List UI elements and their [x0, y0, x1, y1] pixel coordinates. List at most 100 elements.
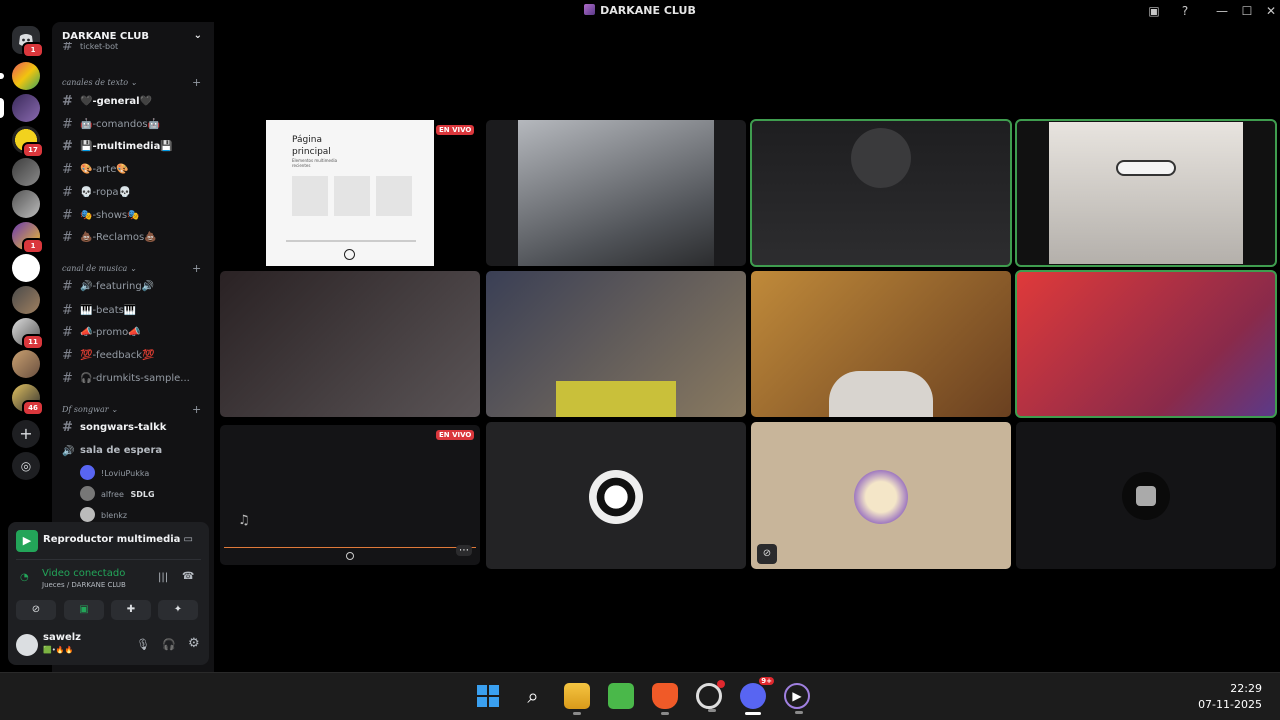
hash-icon: #	[62, 303, 73, 318]
minimize-button[interactable]: —	[1213, 2, 1231, 20]
screen-share-button[interactable]: ▣	[64, 600, 104, 620]
obs-icon[interactable]	[696, 680, 725, 712]
category-text-channels[interactable]: canales de texto ⌄ +	[62, 76, 201, 89]
channel-item-partial[interactable]: # ticket-bot	[62, 42, 202, 56]
camera-off-button[interactable]: ⊘	[16, 600, 56, 620]
video-tile-stream[interactable]: Página principal Elementos multimedia re…	[220, 120, 480, 266]
server-icon[interactable]	[12, 190, 40, 218]
server-icon[interactable]	[0, 62, 40, 90]
windows-start-icon[interactable]	[475, 683, 501, 709]
server-icon[interactable]	[12, 254, 40, 282]
voice-channel-sala[interactable]: 🔊 sala de espera	[62, 441, 202, 461]
video-tile-speaking[interactable]	[750, 119, 1012, 267]
voice-user[interactable]: !LoviuPukka	[80, 465, 149, 483]
connection-status[interactable]: Video conectado	[42, 568, 125, 579]
connection-location[interactable]: Jueces / DARKANE CLUB	[42, 581, 126, 589]
channel-item-feedback[interactable]: # 💯-feedback💯	[62, 346, 202, 366]
clock-date: 07-11-2025	[1198, 698, 1262, 711]
media-player-activity[interactable]: ▶ Reproductor multimedia ▭	[16, 530, 201, 552]
activity-icon[interactable]: ▭	[184, 534, 193, 545]
server-icon[interactable]: 1	[12, 222, 44, 254]
discover-icon[interactable]: ◎	[12, 452, 40, 480]
channel-item-ropa[interactable]: # 💀-ropa💀	[62, 183, 202, 203]
video-tile[interactable]	[220, 271, 480, 417]
system-clock[interactable]: 22:29 07-11-2025	[1198, 681, 1262, 713]
video-tile-avatar[interactable]: ⊘	[751, 422, 1011, 569]
add-channel-icon[interactable]: +	[192, 262, 201, 275]
video-tile[interactable]	[486, 120, 746, 266]
category-music[interactable]: canal de musica ⌄ +	[62, 262, 201, 275]
maximize-button[interactable]: ☐	[1238, 2, 1256, 20]
hash-icon: #	[62, 117, 73, 132]
sunglasses	[1116, 160, 1176, 176]
activities-button[interactable]: ✚	[111, 600, 151, 620]
video-tile[interactable]	[751, 271, 1011, 417]
server-icon[interactable]: 17	[12, 126, 44, 158]
avatar	[80, 507, 95, 522]
server-icon[interactable]	[12, 158, 40, 186]
channel-item-shows[interactable]: # 🎭-shows🎭	[62, 206, 202, 226]
hash-icon: #	[62, 279, 73, 294]
noise-icon[interactable]: |||	[158, 572, 168, 583]
avatar	[80, 486, 95, 501]
shared-screen: Página principal Elementos multimedia re…	[266, 120, 434, 266]
hash-icon: #	[62, 325, 73, 340]
headphones-icon[interactable]: 🎧	[162, 638, 176, 651]
chevron-down-icon: ⌄	[193, 30, 202, 41]
minecraft-icon[interactable]	[608, 683, 634, 709]
channel-item-multimedia[interactable]: # 💾-multimedia💾	[62, 137, 202, 157]
video-tile-avatar[interactable]	[486, 422, 746, 569]
close-button[interactable]: ✕	[1262, 2, 1280, 20]
video-tile-speaking[interactable]	[1015, 119, 1277, 267]
camera-off-icon: ⊘	[757, 544, 777, 564]
screen-subtitle: Elementos multimedia recientes	[292, 158, 338, 168]
gear-icon[interactable]: ⚙	[188, 636, 200, 651]
server-icon[interactable]: 46	[12, 384, 44, 416]
add-server-icon[interactable]: +	[12, 420, 40, 448]
screen-page-title: Página principal	[292, 135, 331, 157]
soundboard-button[interactable]: ✦	[158, 600, 198, 620]
video-tile-avatar[interactable]	[1016, 422, 1276, 569]
video-tile-speaking[interactable]	[1015, 270, 1277, 418]
hash-icon: #	[62, 94, 73, 109]
video-tile-stream[interactable]: ♫ EN VIVO ⋯	[220, 425, 480, 565]
channel-item-drumkits[interactable]: # 🎧-drumkits-sample...	[62, 369, 202, 389]
discord-home-icon[interactable]: 1	[12, 26, 44, 58]
server-icon[interactable]: 11	[12, 318, 44, 350]
channel-item-comandos[interactable]: # 🤖-comandos🤖	[62, 115, 202, 135]
play-icon	[346, 552, 354, 560]
app-icon	[584, 4, 596, 15]
disconnect-icon[interactable]: ☎	[182, 571, 194, 582]
file-explorer-icon[interactable]	[564, 683, 590, 715]
channel-item-general[interactable]: # 🖤-general🖤	[62, 92, 202, 112]
inbox-icon[interactable]: ▣	[1145, 2, 1163, 20]
media-player-icon[interactable]: ▶	[784, 683, 810, 714]
search-icon[interactable]: ⌕	[520, 683, 546, 709]
live-badge: EN VIVO	[436, 430, 475, 440]
brave-icon[interactable]	[652, 683, 678, 715]
avatar[interactable]	[16, 634, 38, 656]
channel-item-beats[interactable]: # 🎹-beats🎹	[62, 301, 202, 321]
add-channel-icon[interactable]: +	[192, 403, 201, 416]
video-tile[interactable]	[486, 271, 746, 417]
discord-icon[interactable]: 9+	[740, 677, 774, 715]
avatar	[854, 470, 908, 524]
more-options-icon[interactable]: ⋯	[456, 545, 472, 556]
progress-bar	[286, 240, 416, 242]
channel-item-arte[interactable]: # 🎨-arte🎨	[62, 160, 202, 180]
add-channel-icon[interactable]: +	[192, 76, 201, 89]
microphone-icon[interactable]: 🎙	[136, 638, 150, 651]
voice-panel: ▶ Reproductor multimedia ▭ ◔ Video conec…	[8, 522, 209, 665]
taskbar: ⌕ 9+ ▶ 22:29 07-11-2025	[0, 672, 1280, 720]
username[interactable]: sawelz	[43, 632, 81, 643]
help-icon[interactable]: ?	[1176, 2, 1194, 20]
channel-item-songwars-talkk[interactable]: # songwars-talkk	[62, 418, 202, 438]
server-icon[interactable]	[12, 350, 40, 378]
channel-item-featuring[interactable]: # 🔊-featuring🔊	[62, 277, 202, 297]
category-songwar[interactable]: Df songwar ⌄ +	[62, 403, 201, 416]
channel-item-promo[interactable]: # 📣-promo📣	[62, 323, 202, 343]
server-icon[interactable]	[12, 286, 40, 314]
voice-user[interactable]: alfree SDLG	[80, 486, 155, 504]
server-icon-darkane[interactable]	[0, 94, 40, 122]
channel-item-reclamos[interactable]: # 💩-Reclamos💩	[62, 228, 202, 248]
